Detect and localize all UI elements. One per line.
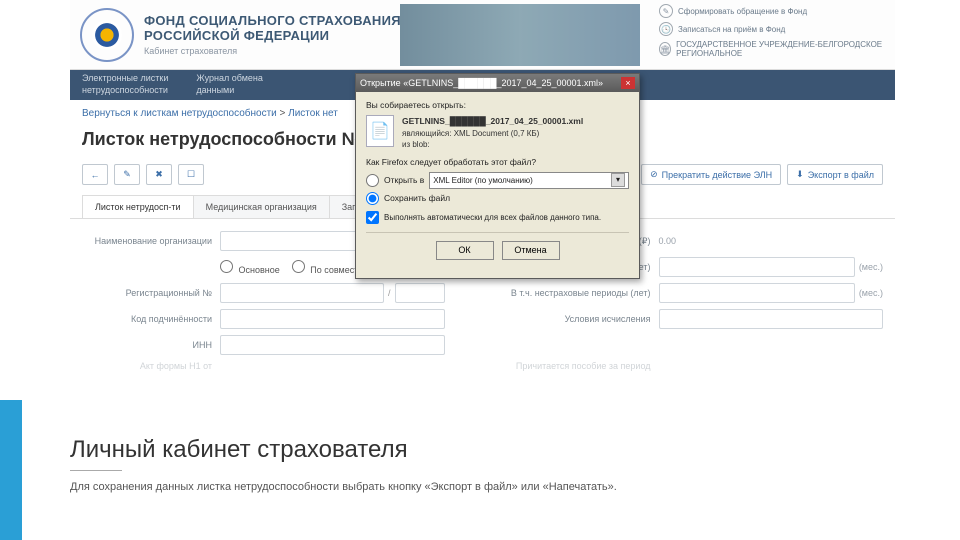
- breadcrumb-back[interactable]: Вернуться к листкам нетрудоспособности: [82, 108, 277, 119]
- kod-input[interactable]: [220, 309, 445, 329]
- inn-label: ИНН: [82, 340, 212, 350]
- cancel-button[interactable]: Отмена: [502, 241, 560, 260]
- nestr-years-input[interactable]: [659, 283, 855, 303]
- pencil-icon: ✎: [659, 4, 673, 18]
- option-open[interactable]: Открыть в XML Editor (по умолчанию)▾: [366, 172, 629, 189]
- file-info: GETLNINS_██████_2017_04_25_00001.xml явл…: [402, 115, 583, 151]
- ok-button[interactable]: ОК: [436, 241, 494, 260]
- radio-open[interactable]: [366, 174, 379, 187]
- header-banner-image: [400, 4, 640, 66]
- back-button[interactable]: ←: [82, 164, 108, 185]
- misc-button[interactable]: ☐: [178, 164, 204, 185]
- breadcrumb-current: Листок нет: [288, 108, 338, 119]
- edit-button[interactable]: ✎: [114, 164, 140, 185]
- remember-checkbox-row[interactable]: Выполнять автоматически для всех файлов …: [366, 211, 629, 224]
- tab-sheet[interactable]: Листок нетрудосп-ти: [82, 195, 194, 218]
- usl-input[interactable]: [659, 309, 884, 329]
- chevron-down-icon: ▾: [611, 173, 625, 187]
- dialog-question: Как Firefox следует обработать этот файл…: [366, 157, 629, 167]
- radio-save[interactable]: [366, 192, 379, 205]
- header-links: ✎Сформировать обращение в Фонд 🕓Записать…: [659, 4, 889, 62]
- file-type: являющийся: XML Document (0,7 КБ): [402, 129, 539, 138]
- dialog-prompt: Вы собираетесь открыть:: [366, 100, 629, 110]
- avg-value: 0.00: [659, 236, 884, 246]
- link-appeal[interactable]: ✎Сформировать обращение в Фонд: [659, 4, 889, 18]
- nestr-label: В т.ч. нестраховые периоды (лет): [501, 288, 651, 298]
- slide-caption: Личный кабинет страхователя Для сохранен…: [0, 400, 960, 540]
- building-icon: 🏛: [659, 42, 671, 56]
- dialog-title: Открытие «GETLNINS_██████_2017_04_25_000…: [360, 78, 603, 88]
- caption-title: Личный кабинет страхователя: [70, 436, 617, 464]
- brand-block: ФОНД СОЦИАЛЬНОГО СТРАХОВАНИЯ РОССИЙСКОЙ …: [144, 13, 401, 56]
- reg-label: Регистрационный №: [82, 288, 212, 298]
- fade-overlay: [70, 370, 895, 400]
- link-appointment[interactable]: 🕓Записаться на приём в Фонд: [659, 22, 889, 36]
- download-icon: ⬇: [796, 169, 804, 180]
- header: ФОНД СОЦИАЛЬНОГО СТРАХОВАНИЯ РОССИЙСКОЙ …: [70, 0, 895, 70]
- fss-logo: [80, 8, 134, 62]
- org-label: Наименование организации: [82, 236, 212, 246]
- brand-sub: Кабинет страхователя: [144, 46, 401, 56]
- file-from: из blob:: [402, 140, 430, 149]
- nav-eln[interactable]: Электронные листкинетрудоспособности: [82, 73, 168, 96]
- accent-bar: [0, 400, 22, 540]
- reg-input-1[interactable]: [220, 283, 384, 303]
- stazh-years-input[interactable]: [659, 257, 855, 277]
- brand-line2: РОССИЙСКОЙ ФЕДЕРАЦИИ: [144, 28, 401, 43]
- stop-eln-button[interactable]: ⊘Прекратить действие ЭЛН: [641, 164, 781, 185]
- download-dialog: Открытие «GETLNINS_██████_2017_04_25_000…: [355, 73, 640, 279]
- filename: GETLNINS_██████_2017_04_25_00001.xml: [402, 116, 583, 126]
- clock-icon: 🕓: [659, 22, 673, 36]
- remember-checkbox[interactable]: [366, 211, 379, 224]
- file-icon: 📄: [366, 115, 394, 147]
- open-with-select[interactable]: XML Editor (по умолчанию)▾: [429, 172, 629, 189]
- dialog-titlebar[interactable]: Открытие «GETLNINS_██████_2017_04_25_000…: [356, 74, 639, 92]
- delete-button[interactable]: ✖: [146, 164, 172, 185]
- usl-label: Условия исчисления: [501, 314, 651, 324]
- brand-line1: ФОНД СОЦИАЛЬНОГО СТРАХОВАНИЯ: [144, 13, 401, 28]
- close-icon[interactable]: ×: [621, 77, 635, 89]
- stop-icon: ⊘: [650, 169, 658, 180]
- kod-label: Код подчинённости: [82, 314, 212, 324]
- inn-input[interactable]: [220, 335, 445, 355]
- radio-main[interactable]: Основное: [220, 260, 280, 275]
- tab-medorg[interactable]: Медицинская организация: [193, 195, 330, 218]
- option-save[interactable]: Сохранить файл: [366, 192, 629, 205]
- export-button[interactable]: ⬇Экспорт в файл: [787, 164, 883, 185]
- nav-journal[interactable]: Журнал обменаданными: [196, 73, 262, 96]
- reg-input-2[interactable]: [395, 283, 445, 303]
- caption-text: Для сохранения данных листка нетрудоспос…: [70, 481, 617, 493]
- link-institution[interactable]: 🏛ГОСУДАРСТВЕННОЕ УЧРЕЖДЕНИЕ-БЕЛГОРОДСКОЕ…: [659, 40, 889, 58]
